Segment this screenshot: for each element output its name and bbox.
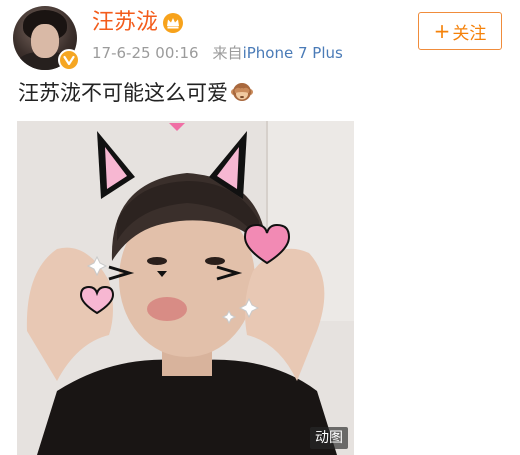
follow-label: 关注 — [452, 23, 487, 44]
crown-icon — [163, 13, 183, 33]
weibo-post: 汪苏泷 17-6-25 00:16 来自iPhone 7 Plus + 关注 汪苏… — [0, 0, 520, 455]
avatar[interactable] — [13, 6, 80, 71]
follow-button[interactable]: + 关注 — [418, 12, 502, 50]
post-text: 汪苏泷不可能这么可爱 — [18, 78, 254, 108]
source-link[interactable]: iPhone 7 Plus — [243, 44, 343, 62]
post-meta: 17-6-25 00:16 来自iPhone 7 Plus — [92, 42, 343, 64]
verified-icon — [58, 49, 80, 71]
post-text-content: 汪苏泷不可能这么可爱 — [18, 81, 228, 105]
post-image[interactable]: 动图 — [17, 121, 354, 455]
source-prefix: 来自 — [212, 44, 243, 62]
photo-illustration — [17, 121, 354, 455]
gif-badge: 动图 — [310, 427, 348, 449]
monkey-see-no-evil-icon — [231, 83, 253, 101]
plus-icon: + — [433, 19, 451, 43]
username[interactable]: 汪苏泷 — [92, 8, 158, 38]
post-time: 17-6-25 00:16 — [92, 44, 199, 62]
